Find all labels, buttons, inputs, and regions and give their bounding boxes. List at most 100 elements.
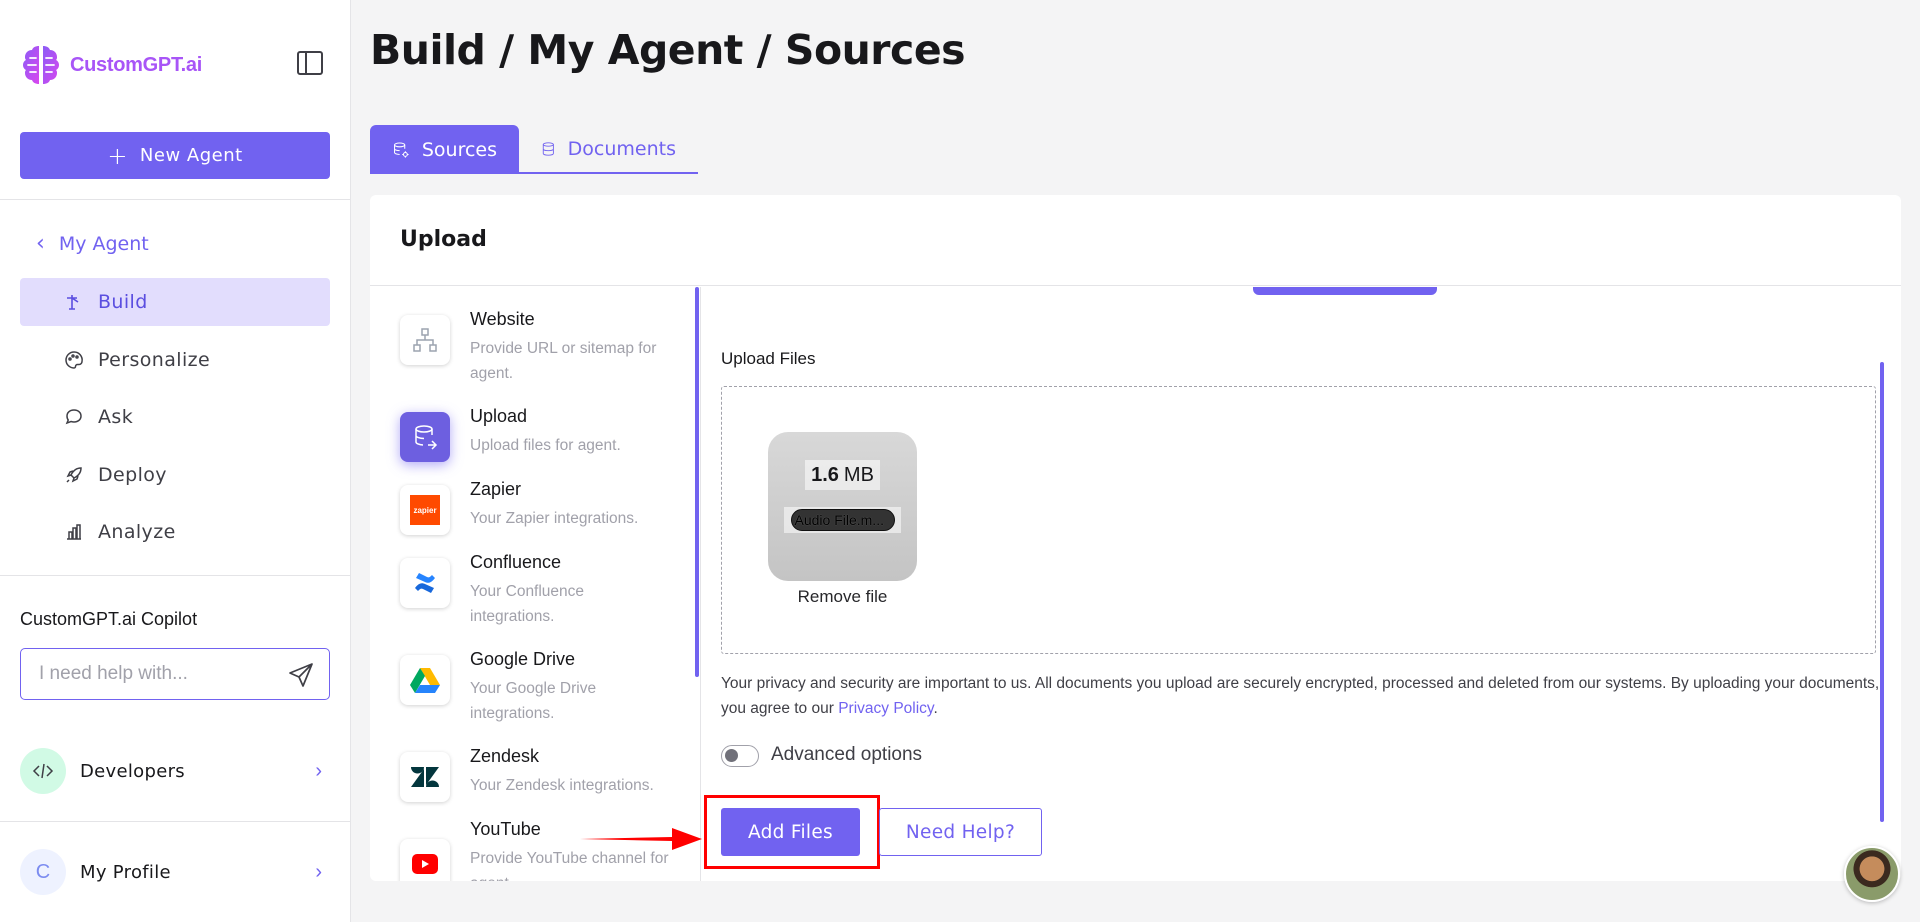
tab-label: Sources	[421, 138, 497, 161]
source-desc: Your Zendesk integrations.	[470, 777, 654, 794]
upload-database-icon	[400, 412, 450, 462]
back-label: My Agent	[58, 232, 149, 255]
remove-file-link[interactable]: Remove file	[768, 587, 917, 607]
source-name: Website	[470, 309, 535, 329]
source-item-confluence[interactable]: Confluence Your Confluence integrations.	[400, 552, 690, 629]
sitemap-icon	[400, 315, 450, 365]
source-desc: Your Confluence integrations.	[470, 583, 585, 625]
file-name-wrap: Audio File.m...	[784, 507, 901, 533]
tab-sources[interactable]: Sources	[370, 125, 519, 174]
tabs: Sources Documents	[370, 125, 698, 174]
chat-icon	[65, 409, 82, 425]
upload-area: Upload Files 1.6 MB Audio File.m... Remo…	[700, 287, 1901, 881]
chevron-right-icon: ›	[315, 860, 322, 883]
send-icon[interactable]	[287, 661, 315, 689]
privacy-policy-link[interactable]: Privacy Policy	[838, 700, 933, 717]
zapier-icon: zapier	[400, 485, 450, 535]
new-agent-label: New Agent	[139, 145, 243, 166]
rocket-icon	[66, 466, 82, 483]
divider	[0, 821, 351, 822]
source-name: Zendesk	[470, 746, 540, 766]
source-desc: Provide URL or sitemap for agent.	[470, 340, 657, 382]
avatar: C	[20, 849, 66, 895]
source-item-zendesk[interactable]: Zendesk Your Zendesk integrations.	[400, 746, 690, 802]
file-size-value: 1.6	[811, 463, 839, 486]
collapse-sidebar-icon[interactable]	[297, 51, 323, 75]
pointer-arrow-icon	[580, 828, 702, 850]
nav-label: Personalize	[98, 348, 211, 371]
file-size: 1.6 MB	[805, 460, 880, 490]
copilot-title: CustomGPT.ai Copilot	[20, 609, 198, 629]
nav-item-build[interactable]: Build	[20, 278, 330, 326]
developers-row[interactable]: Developers ›	[20, 747, 330, 795]
chart-icon	[67, 524, 81, 540]
source-item-upload[interactable]: Upload Upload files for agent.	[400, 406, 690, 462]
profile-label: My Profile	[80, 861, 171, 883]
confluence-icon	[400, 558, 450, 608]
brain-logo-icon	[23, 46, 59, 84]
upload-type-pill	[1253, 287, 1437, 295]
card-title: Upload	[400, 227, 487, 252]
upload-files-label: Upload Files	[721, 349, 816, 368]
build-icon	[67, 295, 79, 310]
tab-label: Documents	[567, 137, 676, 160]
page-title: Build / My Agent / Sources	[370, 26, 966, 74]
chevron-left-icon: ‹	[36, 231, 45, 256]
source-item-google-drive[interactable]: Google Drive Your Google Drive integratio…	[400, 649, 690, 726]
copilot-input[interactable]	[39, 661, 279, 687]
source-desc: Your Google Drive integrations.	[470, 680, 597, 722]
need-help-button[interactable]: Need Help?	[879, 808, 1042, 856]
brand-name: CustomGPT.ai	[70, 53, 202, 76]
upload-area-scrollbar[interactable]	[1880, 362, 1884, 822]
zapier-logo-text: zapier	[410, 495, 440, 525]
nav-item-ask[interactable]: Ask	[20, 393, 330, 441]
chevron-right-icon: ›	[315, 759, 322, 782]
new-agent-button[interactable]: + New Agent	[20, 132, 330, 179]
nav-label: Deploy	[98, 463, 167, 486]
source-list: Website Provide URL or sitemap for agent.…	[370, 287, 700, 881]
divider	[0, 575, 351, 576]
divider	[0, 199, 351, 200]
source-list-scrollbar[interactable]	[695, 287, 699, 677]
support-chat-avatar[interactable]	[1844, 846, 1900, 902]
file-preview: 1.6 MB Audio File.m...	[768, 432, 917, 581]
nav-label: Analyze	[98, 521, 176, 543]
source-desc: Upload files for agent.	[470, 437, 621, 454]
add-files-button[interactable]: Add Files	[721, 808, 860, 856]
source-desc: Your Zapier integrations.	[470, 510, 639, 527]
source-name: Google Drive	[470, 649, 576, 669]
advanced-options-toggle[interactable]	[721, 745, 759, 767]
file-name: Audio File.m...	[790, 509, 895, 531]
source-name: Upload	[470, 406, 528, 426]
youtube-icon	[400, 839, 450, 881]
back-to-my-agent-link[interactable]: ‹ My Agent	[36, 231, 149, 256]
source-item-zapier[interactable]: zapier Zapier Your Zapier integrations.	[400, 479, 690, 535]
nav-item-deploy[interactable]: Deploy	[20, 451, 330, 499]
copilot-input-box	[20, 648, 330, 700]
source-item-website[interactable]: Website Provide URL or sitemap for agent.	[400, 309, 690, 386]
brand[interactable]: CustomGPT.ai	[20, 44, 202, 86]
my-profile-row[interactable]: C My Profile ›	[20, 848, 330, 896]
code-icon	[20, 748, 66, 794]
nav-item-personalize[interactable]: Personalize	[20, 336, 330, 384]
advanced-options-label: Advanced options	[771, 744, 923, 765]
source-name: Confluence	[470, 552, 562, 572]
database-settings-icon	[394, 141, 409, 158]
nav-label: Ask	[98, 406, 134, 428]
privacy-notice: Your privacy and security are important …	[721, 671, 1881, 721]
source-name: Zapier	[470, 479, 522, 499]
agent-nav: Build Personalize Ask Deploy Analyze	[20, 278, 330, 566]
file-size-unit: MB	[843, 463, 874, 486]
divider	[370, 285, 1901, 286]
plus-icon: +	[107, 141, 128, 170]
palette-icon	[65, 350, 83, 369]
google-drive-icon	[400, 655, 450, 705]
nav-label: Build	[98, 291, 148, 313]
file-dropzone[interactable]: 1.6 MB Audio File.m... Remove file	[721, 386, 1876, 654]
tab-documents[interactable]: Documents	[519, 125, 698, 174]
zendesk-icon	[400, 752, 450, 802]
nav-item-analyze[interactable]: Analyze	[20, 508, 330, 556]
upload-card: Upload Website Provide URL or sitemap for…	[370, 195, 1901, 881]
database-icon	[542, 141, 554, 156]
sidebar: CustomGPT.ai + New Agent ‹ My Agent Buil…	[0, 0, 351, 922]
